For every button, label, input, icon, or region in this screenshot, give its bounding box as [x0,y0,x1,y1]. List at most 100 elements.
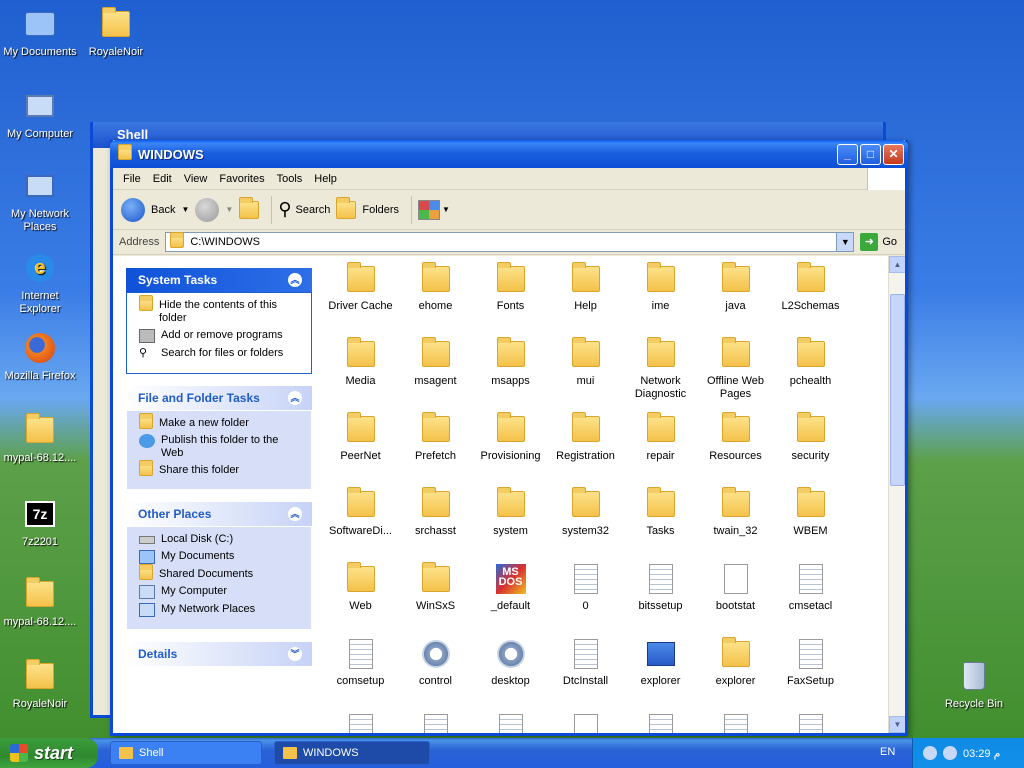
file-item[interactable]: java [698,262,773,325]
file-item[interactable]: PeerNet [323,412,398,475]
menu-favorites[interactable]: Favorites [213,173,270,185]
file-item[interactable] [323,712,398,733]
file-item[interactable]: explorer [623,637,698,700]
scroll-up-button[interactable]: ▲ [889,256,905,273]
desktop-icon-recycle-bin[interactable]: Recycle Bin [934,658,1014,711]
file-item[interactable]: SoftwareDi... [323,487,398,550]
system-tasks-header[interactable]: System Tasks ︽ [126,268,312,292]
file-item[interactable]: ime [623,262,698,325]
file-item[interactable]: WinSxS [398,562,473,625]
file-item[interactable]: mui [548,337,623,400]
taskbar-button-shell[interactable]: Shell [110,741,262,765]
address-dropdown-icon[interactable]: ▼ [836,233,854,251]
menu-help[interactable]: Help [308,173,343,185]
forward-dropdown-icon[interactable]: ▼ [225,205,233,214]
title-bar[interactable]: WINDOWS _ □ ✕ [110,140,908,168]
forward-button[interactable]: ▼ [195,197,233,222]
file-item[interactable]: Resources [698,412,773,475]
file-item[interactable]: Tasks [623,487,698,550]
file-item[interactable]: twain_32 [698,487,773,550]
file-item[interactable]: bootstat [698,562,773,625]
vertical-scrollbar[interactable]: ▲ ▼ [888,256,905,733]
file-item[interactable]: srchasst [398,487,473,550]
file-item[interactable]: repair [623,412,698,475]
desktop-icon-my-network-places[interactable]: My Network Places [0,168,80,234]
file-item[interactable]: Offline Web Pages [698,337,773,400]
file-item[interactable]: MS DOS _default [473,562,548,625]
desktop-icon-mozilla-firefox[interactable]: Mozilla Firefox [0,330,80,383]
file-item[interactable] [773,712,848,733]
file-item[interactable]: system32 [548,487,623,550]
search-button[interactable]: ⚲ Search [278,199,330,220]
back-button[interactable]: Back ▼ [121,197,189,222]
file-item[interactable]: L2Schemas [773,262,848,325]
file-item[interactable]: DtcInstall [548,637,623,700]
desktop-icon-mypal-zip-1[interactable]: mypal-68.12.... [0,412,80,465]
file-folder-tasks-header[interactable]: File and Folder Tasks ︽ [126,386,312,410]
desktop-icon-my-documents[interactable]: My Documents [0,6,80,59]
scroll-down-button[interactable]: ▼ [889,716,905,733]
start-button[interactable]: start [0,738,98,768]
close-button[interactable]: ✕ [883,143,904,165]
menu-tools[interactable]: Tools [271,173,309,185]
tray-icon[interactable] [923,746,937,760]
language-indicator[interactable]: EN [880,746,895,758]
file-item[interactable] [623,712,698,733]
file-item[interactable]: bitssetup [623,562,698,625]
place-my-network-places[interactable]: My Network Places [139,603,303,617]
file-item[interactable]: Provisioning [473,412,548,475]
file-item[interactable]: explorer [698,637,773,700]
desktop-icon-my-computer[interactable]: My Computer [0,88,80,141]
place-local-disk[interactable]: Local Disk (C:) [139,533,303,546]
other-places-header[interactable]: Other Places ︽ [126,502,312,526]
taskbar-button-windows[interactable]: WINDOWS [274,741,430,765]
task-add-remove-programs[interactable]: Add or remove programs [139,329,303,343]
desktop-icon-7z2201[interactable]: 7z 7z2201 [0,496,80,549]
task-publish-to-web[interactable]: Publish this folder to the Web [139,434,303,460]
file-item[interactable]: FaxSetup [773,637,848,700]
task-make-new-folder[interactable]: Make a new folder [139,413,303,430]
place-my-documents[interactable]: My Documents [139,550,303,564]
file-item[interactable] [473,712,548,733]
task-share-folder[interactable]: Share this folder [139,460,303,477]
folders-button[interactable]: Folders [336,196,399,219]
file-item[interactable]: Web [323,562,398,625]
up-folder-button[interactable] [239,196,260,219]
views-button[interactable]: ▼ [418,199,450,220]
file-item[interactable]: msagent [398,337,473,400]
file-item[interactable]: Prefetch [398,412,473,475]
desktop-icon-royalenoir[interactable]: RoyaleNoir [76,6,156,59]
expand-chevron-icon[interactable]: ︾ [288,647,302,661]
file-item[interactable]: WBEM [773,487,848,550]
file-item[interactable]: msapps [473,337,548,400]
file-item[interactable] [398,712,473,733]
collapse-chevron-icon[interactable]: ︽ [288,391,302,405]
tray-icon[interactable] [943,746,957,760]
place-my-computer[interactable]: My Computer [139,585,303,599]
collapse-chevron-icon[interactable]: ︽ [288,273,302,287]
maximize-button[interactable]: □ [860,143,881,165]
task-search-files[interactable]: ⚲ Search for files or folders [139,347,303,361]
menu-view[interactable]: View [178,173,214,185]
file-item[interactable]: Media [323,337,398,400]
file-item[interactable]: Fonts [473,262,548,325]
file-item[interactable]: comsetup [323,637,398,700]
collapse-chevron-icon[interactable]: ︽ [288,507,302,521]
menu-edit[interactable]: Edit [147,173,178,185]
file-item[interactable] [698,712,773,733]
file-item[interactable]: 0 [548,562,623,625]
file-item[interactable] [548,712,623,733]
go-button[interactable]: ➜ Go [860,233,897,251]
menu-file[interactable]: File [117,173,147,185]
file-item[interactable]: Driver Cache [323,262,398,325]
file-item[interactable]: control [398,637,473,700]
minimize-button[interactable]: _ [837,143,858,165]
address-field[interactable]: C:\WINDOWS ▼ [165,232,855,252]
desktop-icon-royalenoir-zip[interactable]: RoyaleNoir [0,658,80,711]
file-item[interactable]: Network Diagnostic [623,337,698,400]
file-item[interactable]: desktop [473,637,548,700]
desktop-icon-internet-explorer[interactable]: e Internet Explorer [0,250,80,316]
file-item[interactable]: security [773,412,848,475]
file-item[interactable]: pchealth [773,337,848,400]
file-item[interactable]: system [473,487,548,550]
